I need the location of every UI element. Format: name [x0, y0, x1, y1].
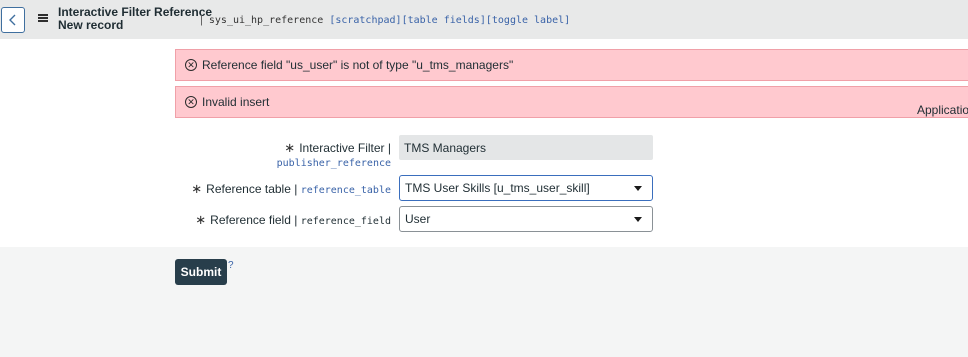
required-icon: ∗ — [284, 140, 296, 155]
meta-separator: | — [200, 14, 203, 26]
label-separator: | — [384, 141, 391, 155]
error-alert-type-mismatch: ✕ Reference field "us_user" is not of ty… — [175, 49, 968, 81]
application-label: Applicatio — [917, 103, 968, 117]
reference-field-select[interactable]: User — [399, 206, 653, 232]
table-fields-link[interactable]: [table fields] — [402, 15, 486, 26]
interactive-filter-label: ∗ Interactive Filter | publisher_referenc… — [277, 141, 391, 171]
label-separator: | — [290, 213, 301, 227]
label-separator: | — [290, 182, 301, 196]
reference-field-value: User — [405, 212, 431, 226]
reference-field-label-text: Reference field — [210, 213, 291, 227]
alert-message: Reference field "us_user" is not of type… — [202, 58, 514, 72]
submit-button[interactable]: Submit — [175, 259, 227, 285]
reference-field-field-name: reference_field — [300, 216, 391, 227]
scratchpad-link[interactable]: [scratchpad] — [329, 15, 401, 26]
interactive-filter-label-text: Interactive Filter — [299, 141, 385, 155]
error-alert-invalid-insert: ✕ Invalid insert — [175, 86, 968, 118]
caret-down-icon — [634, 217, 642, 222]
circle-x-icon: ✕ — [185, 59, 197, 71]
form-header: Interactive Filter Reference New record … — [0, 0, 968, 39]
reference-field-label: ∗ Reference field | reference_field — [195, 212, 391, 228]
back-button[interactable] — [1, 7, 25, 33]
reference-table-field-name[interactable]: reference_table — [301, 185, 391, 196]
interactive-filter-value: TMS Managers — [404, 140, 487, 155]
reference-table-label-text: Reference table — [206, 182, 291, 196]
form-title: Interactive Filter Reference New record — [58, 6, 212, 32]
circle-x-icon: ✕ — [185, 96, 197, 108]
reference-table-select[interactable]: TMS User Skills [u_tms_user_skill] — [399, 175, 653, 201]
chevron-left-icon — [9, 14, 16, 26]
caret-down-icon — [634, 186, 642, 191]
reference-table-label: ∗ Reference table | reference_table — [191, 181, 391, 197]
table-meta: | sys_ui_hp_reference [scratchpad][table… — [200, 14, 570, 26]
interactive-filter-field-name[interactable]: publisher_reference — [277, 158, 391, 169]
required-icon: ∗ — [195, 212, 207, 227]
interactive-filter-field: TMS Managers — [399, 135, 653, 160]
form-title-record: New record — [58, 18, 124, 32]
alert-message: Invalid insert — [202, 95, 270, 109]
help-icon[interactable]: ? — [228, 260, 234, 271]
hamburger-icon[interactable] — [38, 14, 48, 22]
table-name: sys_ui_hp_reference — [208, 15, 324, 26]
toggle-label-link[interactable]: [toggle label] — [486, 15, 570, 26]
reference-table-value: TMS User Skills [u_tms_user_skill] — [405, 181, 590, 195]
required-icon: ∗ — [191, 181, 203, 196]
